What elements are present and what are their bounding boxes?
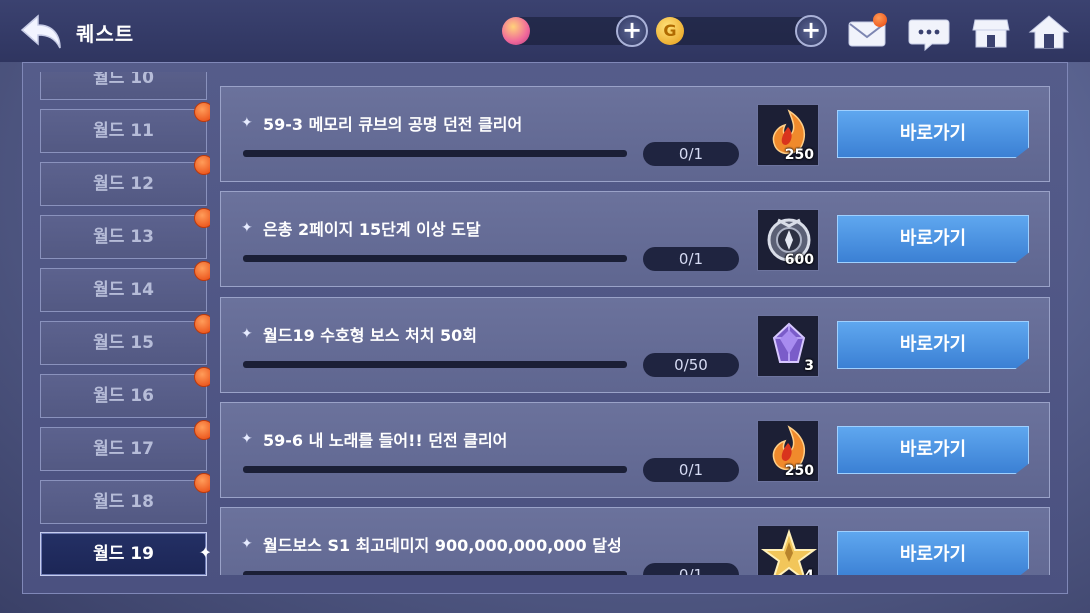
back-arrow-icon[interactable] [18,12,66,52]
sparkle-icon: ✦ [241,326,253,342]
progress-count: 0/50 [643,353,739,377]
mail-notification-dot [873,13,887,27]
world-item-10[interactable]: 월드 10 [40,72,207,100]
world-item-18[interactable]: 월드 18 [40,473,210,524]
reward-count: 600 [784,252,814,268]
reward-count: 250 [784,463,814,479]
reward-slot[interactable]: 600 [757,209,819,271]
quest-title: 59-3 메모리 큐브의 공명 던전 클리어 [263,115,523,134]
progress-bar [243,255,627,262]
add-gem-button[interactable]: + [616,15,648,47]
quest-card: ✦ 은총 2페이지 15단계 이상 도달 0/1 600 바로가기 [220,191,1050,287]
progress-bar [243,466,627,473]
reward-count: 4 [804,568,814,575]
notification-dot [194,261,210,281]
quest-card: ✦ 59-6 내 노래를 들어!! 던전 클리어 0/1 250 바로가기 [220,402,1050,498]
quest-title: 은총 2페이지 15단계 이상 도달 [263,220,481,239]
shop-icon[interactable] [970,12,1012,52]
notification-dot [194,473,210,493]
world-item-16[interactable]: 월드 16 [40,367,210,418]
notification-dot [194,367,210,387]
world-item-14[interactable]: 월드 14 [40,261,210,312]
go-button[interactable]: 바로가기 [837,426,1029,474]
notification-dot [194,208,210,228]
quest-title: 59-6 내 노래를 들어!! 던전 클리어 [263,431,508,450]
top-bar: 퀘스트 + G + [0,0,1090,62]
go-button[interactable]: 바로가기 [837,215,1029,263]
reward-count: 250 [784,147,814,163]
notification-dot [194,420,210,440]
reward-slot[interactable]: 250 [757,420,819,482]
progress-count: 0/1 [643,247,739,271]
go-button[interactable]: 바로가기 [837,321,1029,369]
progress-count: 0/1 [643,458,739,482]
world-item-15[interactable]: 월드 15 [40,314,210,365]
progress-bar [243,571,627,575]
go-button[interactable]: 바로가기 [837,110,1029,158]
quest-card: ✦ 월드19 수호형 보스 처치 50회 0/50 3 바로가기 [220,297,1050,393]
page-title: 퀘스트 [76,22,135,46]
reward-slot[interactable]: 3 [757,315,819,377]
home-icon[interactable] [1028,12,1070,52]
progress-bar [243,150,627,157]
reward-slot[interactable]: 250 [757,104,819,166]
add-gold-button[interactable]: + [795,15,827,47]
world-item-13[interactable]: 월드 13 [40,208,210,259]
sparkle-icon: ✦ [241,220,253,236]
notification-dot [194,155,210,175]
quest-title: 월드19 수호형 보스 처치 50회 [263,326,478,345]
notification-dot [194,102,210,122]
world-list[interactable]: 월드 10 월드 11 월드 12 월드 13 월드 14 월드 15 월드 1… [40,72,210,577]
world-item-12[interactable]: 월드 12 [40,155,210,206]
world-item-17[interactable]: 월드 17 [40,420,210,471]
world-item-19[interactable]: 월드 19 ✦ [40,532,210,576]
gold-coin-icon: G [656,17,684,45]
reward-slot[interactable]: 4 [757,525,819,575]
selected-star-icon: ✦ [198,543,210,562]
quest-title: 월드보스 S1 최고데미지 900,000,000,000 달성 [263,536,622,555]
quest-card: ✦ 월드보스 S1 최고데미지 900,000,000,000 달성 0/1 4… [220,507,1050,575]
sparkle-icon: ✦ [241,115,253,131]
reward-count: 3 [804,358,814,374]
gem-icon [502,17,530,45]
progress-count: 0/1 [643,142,739,166]
sparkle-icon: ✦ [241,431,253,447]
sparkle-icon: ✦ [241,536,253,552]
quest-card: ✦ 59-3 메모리 큐브의 공명 던전 클리어 0/1 250 바로가기 [220,86,1050,182]
chat-icon[interactable] [908,12,950,52]
progress-count: 0/1 [643,563,739,575]
go-button[interactable]: 바로가기 [837,531,1029,575]
world-item-11[interactable]: 월드 11 [40,102,210,153]
quest-list[interactable]: ✦ 59-3 메모리 큐브의 공명 던전 클리어 0/1 250 바로가기 ✦ … [220,72,1055,575]
progress-bar [243,361,627,368]
notification-dot [194,314,210,334]
